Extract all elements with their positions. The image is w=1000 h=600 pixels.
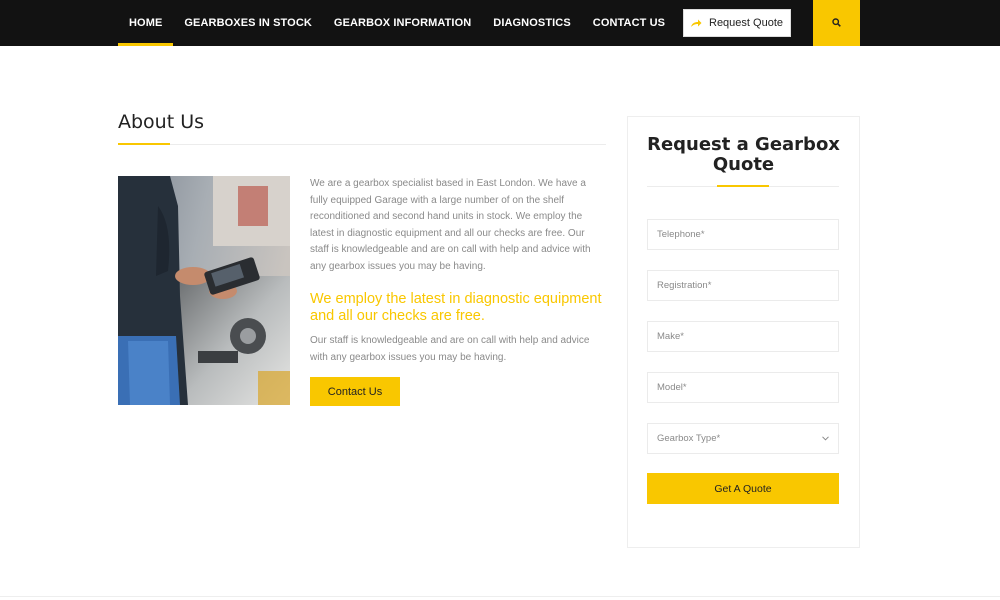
get-a-quote-button[interactable]: Get A Quote: [647, 473, 839, 504]
main-nav: HOME GEARBOXES IN STOCK GEARBOX INFORMAT…: [118, 0, 676, 46]
about-paragraph-secondary: Our staff is knowledgeable and are on ca…: [310, 335, 590, 363]
telephone-field[interactable]: [647, 219, 839, 250]
search-button[interactable]: [813, 0, 860, 46]
contact-us-button[interactable]: Contact Us: [310, 377, 400, 406]
nav-item-diagnostics[interactable]: DIAGNOSTICS: [482, 0, 582, 46]
quote-form-divider-accent: [717, 185, 769, 187]
nav-item-gearbox-information[interactable]: GEARBOX INFORMATION: [323, 0, 482, 46]
about-title: About Us: [118, 111, 205, 133]
about-divider: [118, 144, 606, 145]
about-highlight: We employ the latest in diagnostic equip…: [310, 291, 602, 324]
chevron-down-icon: [822, 433, 829, 444]
search-icon: [832, 14, 841, 32]
nav-item-contact-us[interactable]: CONTACT US: [582, 0, 676, 46]
request-quote-label: Request Quote: [709, 17, 783, 29]
gearbox-type-placeholder: Gearbox Type*: [657, 433, 721, 444]
model-field[interactable]: [647, 372, 839, 403]
registration-field[interactable]: [647, 270, 839, 301]
share-arrow-icon: [691, 19, 702, 28]
nav-item-home[interactable]: HOME: [118, 0, 174, 46]
gearbox-type-select[interactable]: Gearbox Type*: [647, 423, 839, 454]
quote-form-title: Request a Gearbox Quote: [647, 134, 840, 175]
about-divider-accent: [118, 143, 170, 145]
about-paragraph: We are a gearbox specialist based in Eas…: [310, 178, 591, 272]
nav-item-gearboxes-in-stock[interactable]: GEARBOXES IN STOCK: [173, 0, 323, 46]
mechanic-photo: [118, 176, 290, 405]
footer-divider: [0, 596, 1000, 597]
make-field[interactable]: [647, 321, 839, 352]
request-quote-button[interactable]: Request Quote: [683, 9, 791, 37]
